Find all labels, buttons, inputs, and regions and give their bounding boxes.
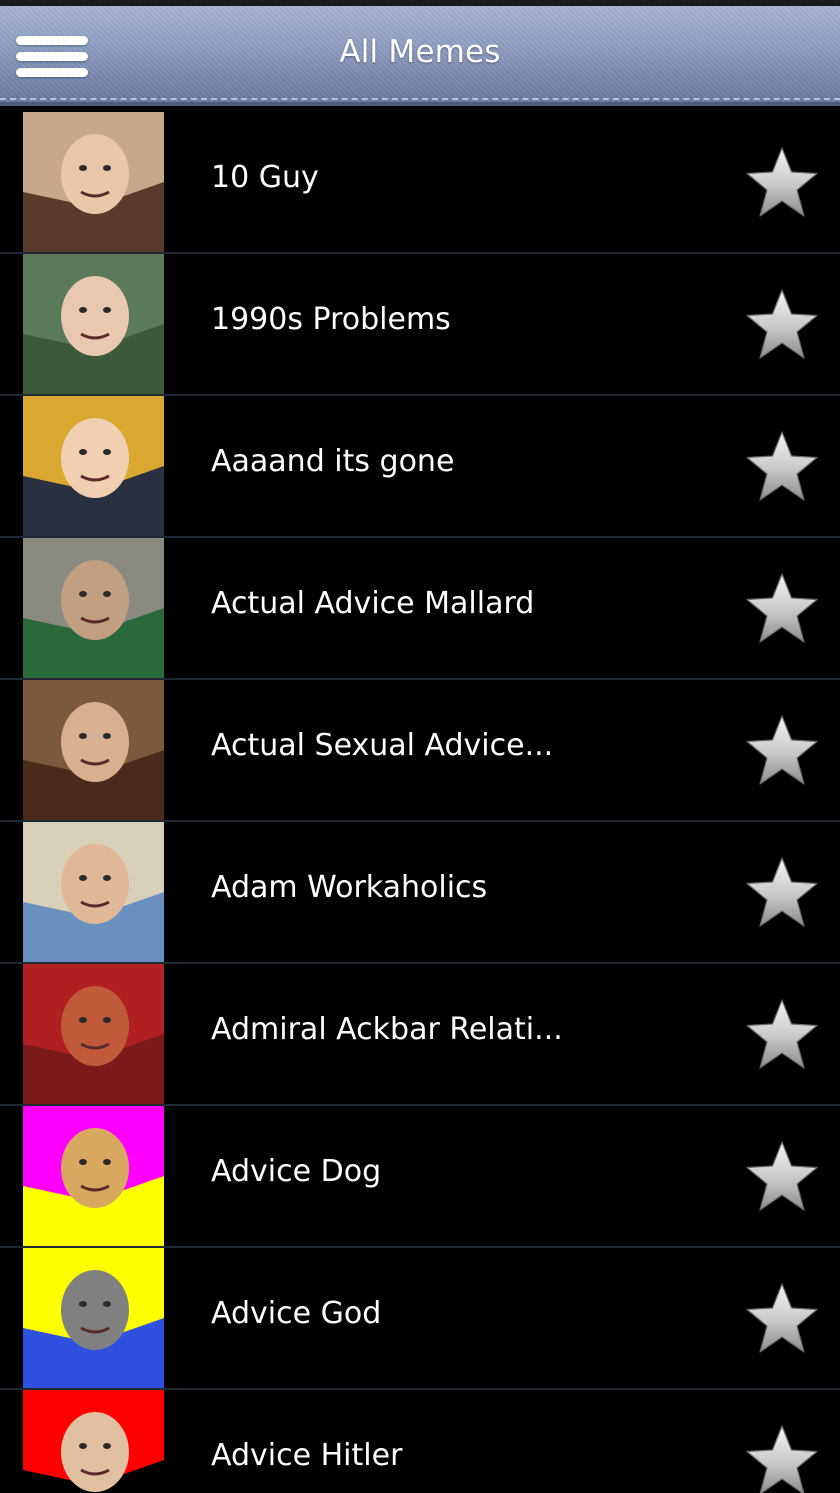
meme-thumbnail — [23, 112, 164, 252]
list-item[interactable]: 10 Guy — [0, 112, 840, 254]
star-icon[interactable] — [744, 146, 820, 218]
meme-name: Advice Dog — [211, 1154, 382, 1189]
meme-thumbnail — [23, 1106, 164, 1246]
page-title: All Memes — [339, 34, 501, 70]
meme-thumbnail — [23, 822, 164, 962]
menu-bar-line — [16, 36, 88, 45]
list-item[interactable]: Actual Sexual Advice... — [0, 680, 840, 822]
star-icon[interactable] — [744, 572, 820, 644]
list-item[interactable]: Admiral Ackbar Relati... — [0, 964, 840, 1106]
meme-name: Advice Hitler — [211, 1438, 403, 1473]
menu-bar-line — [16, 52, 88, 61]
meme-thumbnail — [23, 680, 164, 820]
star-icon[interactable] — [744, 1282, 820, 1354]
meme-name: 10 Guy — [211, 160, 319, 195]
star-icon[interactable] — [744, 856, 820, 928]
meme-list: 10 Guy 1990s Problems Aaaand its gone Actua… — [0, 112, 840, 1493]
star-icon[interactable] — [744, 714, 820, 786]
header-bottom-edge — [0, 102, 840, 106]
list-item[interactable]: Actual Advice Mallard — [0, 538, 840, 680]
meme-name: Advice God — [211, 1296, 382, 1331]
star-icon[interactable] — [744, 288, 820, 360]
meme-thumbnail — [23, 538, 164, 678]
meme-thumbnail — [23, 1248, 164, 1388]
list-item[interactable]: Advice God — [0, 1248, 840, 1390]
star-icon[interactable] — [744, 1424, 820, 1493]
meme-thumbnail — [23, 254, 164, 394]
hamburger-menu-icon[interactable] — [14, 32, 90, 82]
star-icon[interactable] — [744, 1140, 820, 1212]
list-item[interactable]: Adam Workaholics — [0, 822, 840, 964]
app-screen: All Memes 10 Guy 1990s Problems Aaaand its… — [0, 0, 840, 1493]
list-item[interactable]: Aaaand its gone — [0, 396, 840, 538]
meme-name: Actual Sexual Advice... — [211, 728, 554, 763]
list-item[interactable]: 1990s Problems — [0, 254, 840, 396]
meme-name: Admiral Ackbar Relati... — [211, 1012, 563, 1047]
menu-bar-line — [16, 68, 88, 77]
meme-thumbnail — [23, 964, 164, 1104]
header-bar: All Memes — [0, 6, 840, 106]
header-stitch-divider — [0, 98, 840, 100]
meme-name: Actual Advice Mallard — [211, 586, 535, 621]
meme-thumbnail — [23, 1390, 164, 1493]
list-item[interactable]: Advice Hitler — [0, 1390, 840, 1493]
meme-name: Adam Workaholics — [211, 870, 488, 905]
star-icon[interactable] — [744, 998, 820, 1070]
meme-thumbnail — [23, 396, 164, 536]
meme-name: Aaaand its gone — [211, 444, 455, 479]
list-item[interactable]: Advice Dog — [0, 1106, 840, 1248]
meme-name: 1990s Problems — [211, 302, 451, 337]
star-icon[interactable] — [744, 430, 820, 502]
